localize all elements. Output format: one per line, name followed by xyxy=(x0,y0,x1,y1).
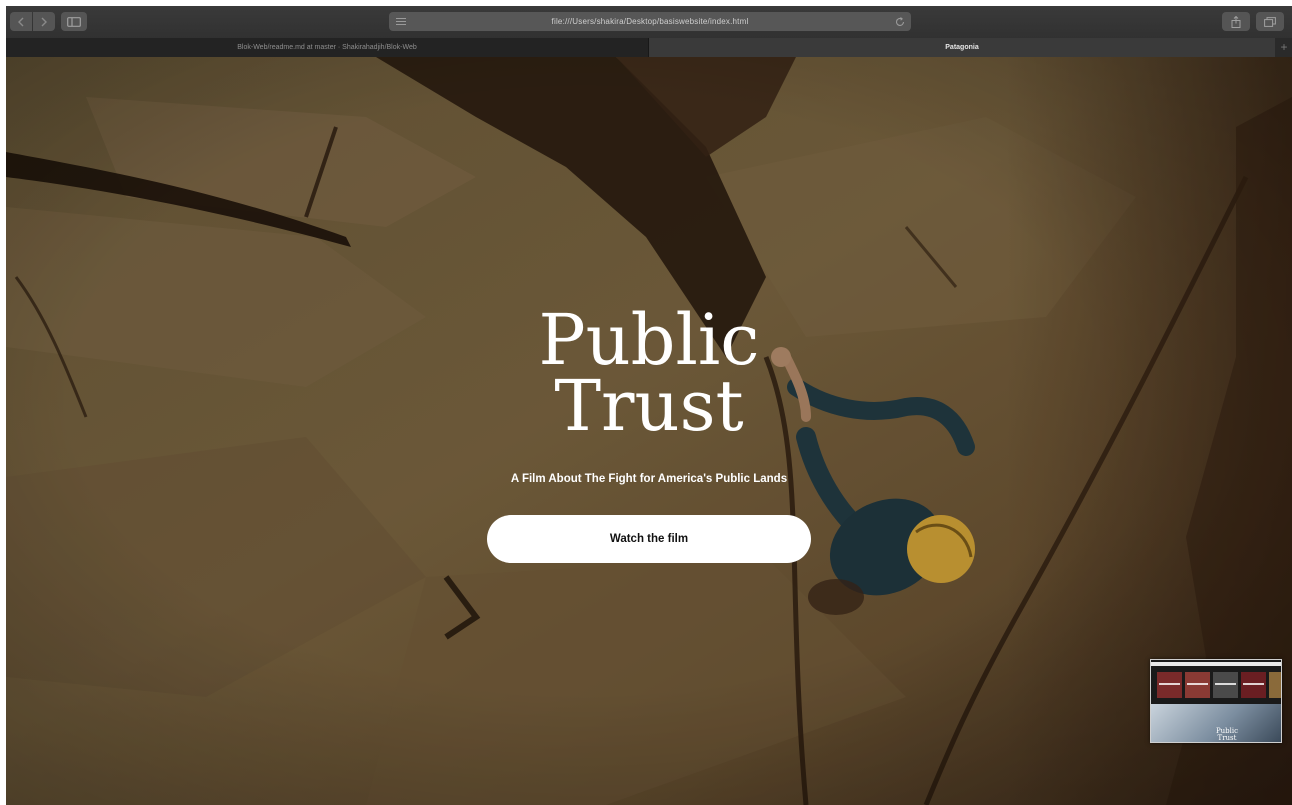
hero-title-line-2: Trust xyxy=(554,365,744,447)
tab-blok-web[interactable]: Blok-Web/readme.md at master · Shakiraha… xyxy=(6,38,649,57)
reload-icon[interactable] xyxy=(895,12,905,31)
tab-patagonia[interactable]: Patagonia xyxy=(649,38,1275,57)
thumbnail-title-line-2: Trust xyxy=(1217,734,1237,742)
thumbnail-tile xyxy=(1241,672,1266,698)
thumbnail-top-section xyxy=(1151,660,1281,704)
chevron-left-icon xyxy=(18,17,24,26)
tabs-overview-icon xyxy=(1264,16,1276,27)
hero-title-line-1: Public xyxy=(538,299,760,381)
thumbnail-tile xyxy=(1269,672,1281,698)
tab-bar: Blok-Web/readme.md at master · Shakiraha… xyxy=(6,38,1292,57)
chevron-right-icon xyxy=(41,17,47,26)
hero-subtitle: A Film About The Fight for America's Pub… xyxy=(510,473,788,485)
reader-icon[interactable] xyxy=(395,12,407,31)
tabs-overview-button[interactable] xyxy=(1256,12,1284,31)
thumbnail-title: Public Trust xyxy=(1197,728,1257,742)
thumbnail-tile xyxy=(1157,672,1182,698)
thumbnail-tile xyxy=(1185,672,1210,698)
new-tab-button[interactable]: + xyxy=(1276,38,1292,57)
hero-title: Public Trust xyxy=(6,299,1292,447)
hero-section: Public Trust A Film About The Fight for … xyxy=(6,57,1292,805)
back-button[interactable] xyxy=(10,12,32,31)
thumbnail-hero: Public Trust xyxy=(1151,704,1281,742)
share-button[interactable] xyxy=(1222,12,1250,31)
sidebar-toggle-button[interactable] xyxy=(61,12,87,31)
forward-button[interactable] xyxy=(33,12,55,31)
thumbnail-tile xyxy=(1213,672,1238,698)
url-text[interactable]: file:///Users/shakira/Desktop/basiswebsi… xyxy=(429,12,871,31)
browser-window: file:///Users/shakira/Desktop/basiswebsi… xyxy=(6,6,1292,805)
share-icon xyxy=(1231,15,1241,28)
address-bar[interactable]: file:///Users/shakira/Desktop/basiswebsi… xyxy=(389,12,911,31)
sidebar-icon xyxy=(67,16,81,27)
thumbnail-nav-bar xyxy=(1151,662,1281,666)
watch-film-button[interactable]: Watch the film xyxy=(487,515,811,563)
browser-toolbar: file:///Users/shakira/Desktop/basiswebsi… xyxy=(6,6,1292,39)
page-thumbnail-preview[interactable]: Public Trust xyxy=(1150,659,1282,743)
